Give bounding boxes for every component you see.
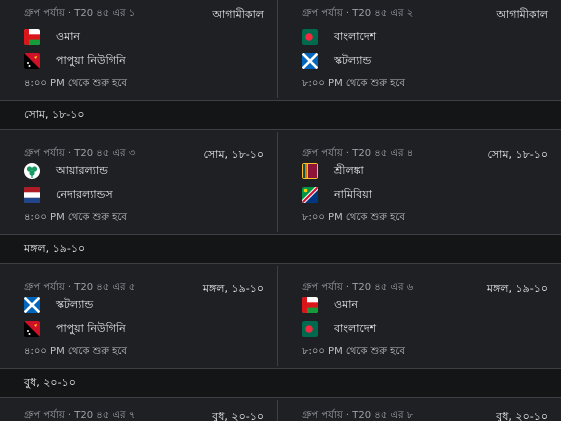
- team-row: ওমান: [302, 296, 358, 314]
- match-time: মঙ্গল, ১৯-১০: [486, 282, 548, 295]
- match-card-4[interactable]: গ্রুপ পর্যায় · T20 ৪৫ এর ৪ সোম, ১৮-১০ শ…: [283, 132, 561, 232]
- match-card-1[interactable]: গ্রুপ পর্যায় · T20 ৪৫ এর ১ আগামীকাল ওমা…: [0, 0, 278, 98]
- team-row: পাপুয়া নিউগিনি: [24, 52, 126, 70]
- start-time: ৮:০০ PM থেকে শুরু হবে: [302, 346, 405, 357]
- date-header: সোম, ১৮-১০: [0, 100, 561, 130]
- start-time: ৪:০০ PM থেকে শুরু হবে: [24, 78, 127, 89]
- match-card-6[interactable]: গ্রুপ পর্যায় · T20 ৪৫ এর ৬ মঙ্গল, ১৯-১০…: [283, 266, 561, 366]
- team-row: স্কটল্যান্ড: [24, 296, 93, 314]
- namibia-flag-icon: [302, 187, 318, 203]
- team-row: বাংলাদেশ: [302, 28, 376, 46]
- team-row: আয়ারল্যান্ড: [24, 162, 108, 180]
- match-card-5[interactable]: গ্রুপ পর্যায় · T20 ৪৫ এর ৫ মঙ্গল, ১৯-১০…: [0, 266, 278, 366]
- team-row: শ্রীলঙ্কা: [302, 162, 364, 180]
- bangladesh-flag-icon: [302, 321, 318, 337]
- match-card-7[interactable]: গ্রুপ পর্যায় · T20 ৪৫ এর ৭ বুধ, ২০-১০: [0, 400, 278, 421]
- start-time: ৮:০০ PM থেকে শুরু হবে: [302, 212, 405, 223]
- match-card-2[interactable]: গ্রুপ পর্যায় · T20 ৪৫ এর ২ আগামীকাল বাং…: [283, 0, 561, 98]
- start-time: ৪:০০ PM থেকে শুরু হবে: [24, 212, 127, 223]
- match-meta: গ্রুপ পর্যায় · T20 ৪৫ এর ১: [24, 8, 136, 19]
- match-schedule: গ্রুপ পর্যায় · T20 ৪৫ এর ১ আগামীকাল ওমা…: [0, 0, 561, 421]
- match-time: মঙ্গল, ১৯-১০: [202, 282, 264, 295]
- start-time: ৪:০০ PM থেকে শুরু হবে: [24, 346, 127, 357]
- team-row: বাংলাদেশ: [302, 320, 376, 338]
- team-name: আয়ারল্যান্ড: [56, 163, 108, 177]
- date-header-label: বুধ, ২০-১০: [24, 375, 76, 389]
- match-time: সোম, ১৮-১০: [203, 148, 264, 161]
- team-row: নেদারল্যান্ডস: [24, 186, 113, 204]
- match-meta: গ্রুপ পর্যায় · T20 ৪৫ এর ৮: [302, 410, 414, 421]
- match-meta: গ্রুপ পর্যায় · T20 ৪৫ এর ২: [302, 8, 414, 19]
- match-time: বুধ, ২০-১০: [496, 410, 548, 421]
- team-name: স্কটল্যান্ড: [334, 53, 372, 67]
- date-header: বুধ, ২০-১০: [0, 368, 561, 398]
- team-row: পাপুয়া নিউগিনি: [24, 320, 126, 338]
- match-meta: গ্রুপ পর্যায় · T20 ৪৫ এর ৪: [302, 148, 414, 159]
- team-name: বাংলাদেশ: [334, 29, 377, 43]
- team-name: শ্রীলঙ্কা: [334, 163, 364, 177]
- team-row: নামিবিয়া: [302, 186, 372, 204]
- match-time: সোম, ১৮-১০: [487, 148, 548, 161]
- match-meta: গ্রুপ পর্যায় · T20 ৪৫ এর ৫: [24, 282, 136, 293]
- team-name: বাংলাদেশ: [334, 321, 377, 335]
- start-time: ৮:০০ PM থেকে শুরু হবে: [302, 78, 405, 89]
- scotland-flag-icon: [24, 297, 40, 313]
- team-name: স্কটল্যান্ড: [56, 297, 94, 311]
- match-time: আগামীকাল: [496, 8, 548, 21]
- team-name: ওমান: [334, 297, 358, 311]
- team-name: নামিবিয়া: [334, 187, 372, 201]
- sri-lanka-flag-icon: [302, 163, 318, 179]
- match-time: আগামীকাল: [212, 8, 264, 21]
- match-meta: গ্রুপ পর্যায় · T20 ৪৫ এর ৩: [24, 148, 136, 159]
- team-name: পাপুয়া নিউগিনি: [56, 321, 126, 335]
- date-header-label: সোম, ১৮-১০: [24, 107, 85, 121]
- oman-flag-icon: [302, 297, 318, 313]
- match-meta: গ্রুপ পর্যায় · T20 ৪৫ এর ৬: [302, 282, 414, 293]
- date-header-label: মঙ্গল, ১৯-১০: [24, 241, 86, 255]
- team-name: ওমান: [56, 29, 80, 43]
- papua-new-guinea-flag-icon: [24, 321, 40, 337]
- ireland-flag-icon: [24, 163, 40, 179]
- match-meta: গ্রুপ পর্যায় · T20 ৪৫ এর ৭: [24, 410, 136, 421]
- bangladesh-flag-icon: [302, 29, 318, 45]
- scotland-flag-icon: [302, 53, 318, 69]
- papua-new-guinea-flag-icon: [24, 53, 40, 69]
- team-name: পাপুয়া নিউগিনি: [56, 53, 126, 67]
- match-card-8[interactable]: গ্রুপ পর্যায় · T20 ৪৫ এর ৮ বুধ, ২০-১০: [283, 400, 561, 421]
- date-header: মঙ্গল, ১৯-১০: [0, 234, 561, 264]
- team-name: নেদারল্যান্ডস: [56, 187, 113, 201]
- team-row: স্কটল্যান্ড: [302, 52, 371, 70]
- team-row: ওমান: [24, 28, 80, 46]
- oman-flag-icon: [24, 29, 40, 45]
- match-card-3[interactable]: গ্রুপ পর্যায় · T20 ৪৫ এর ৩ সোম, ১৮-১০ আ…: [0, 132, 278, 232]
- match-time: বুধ, ২০-১০: [212, 410, 264, 421]
- netherlands-flag-icon: [24, 187, 40, 203]
